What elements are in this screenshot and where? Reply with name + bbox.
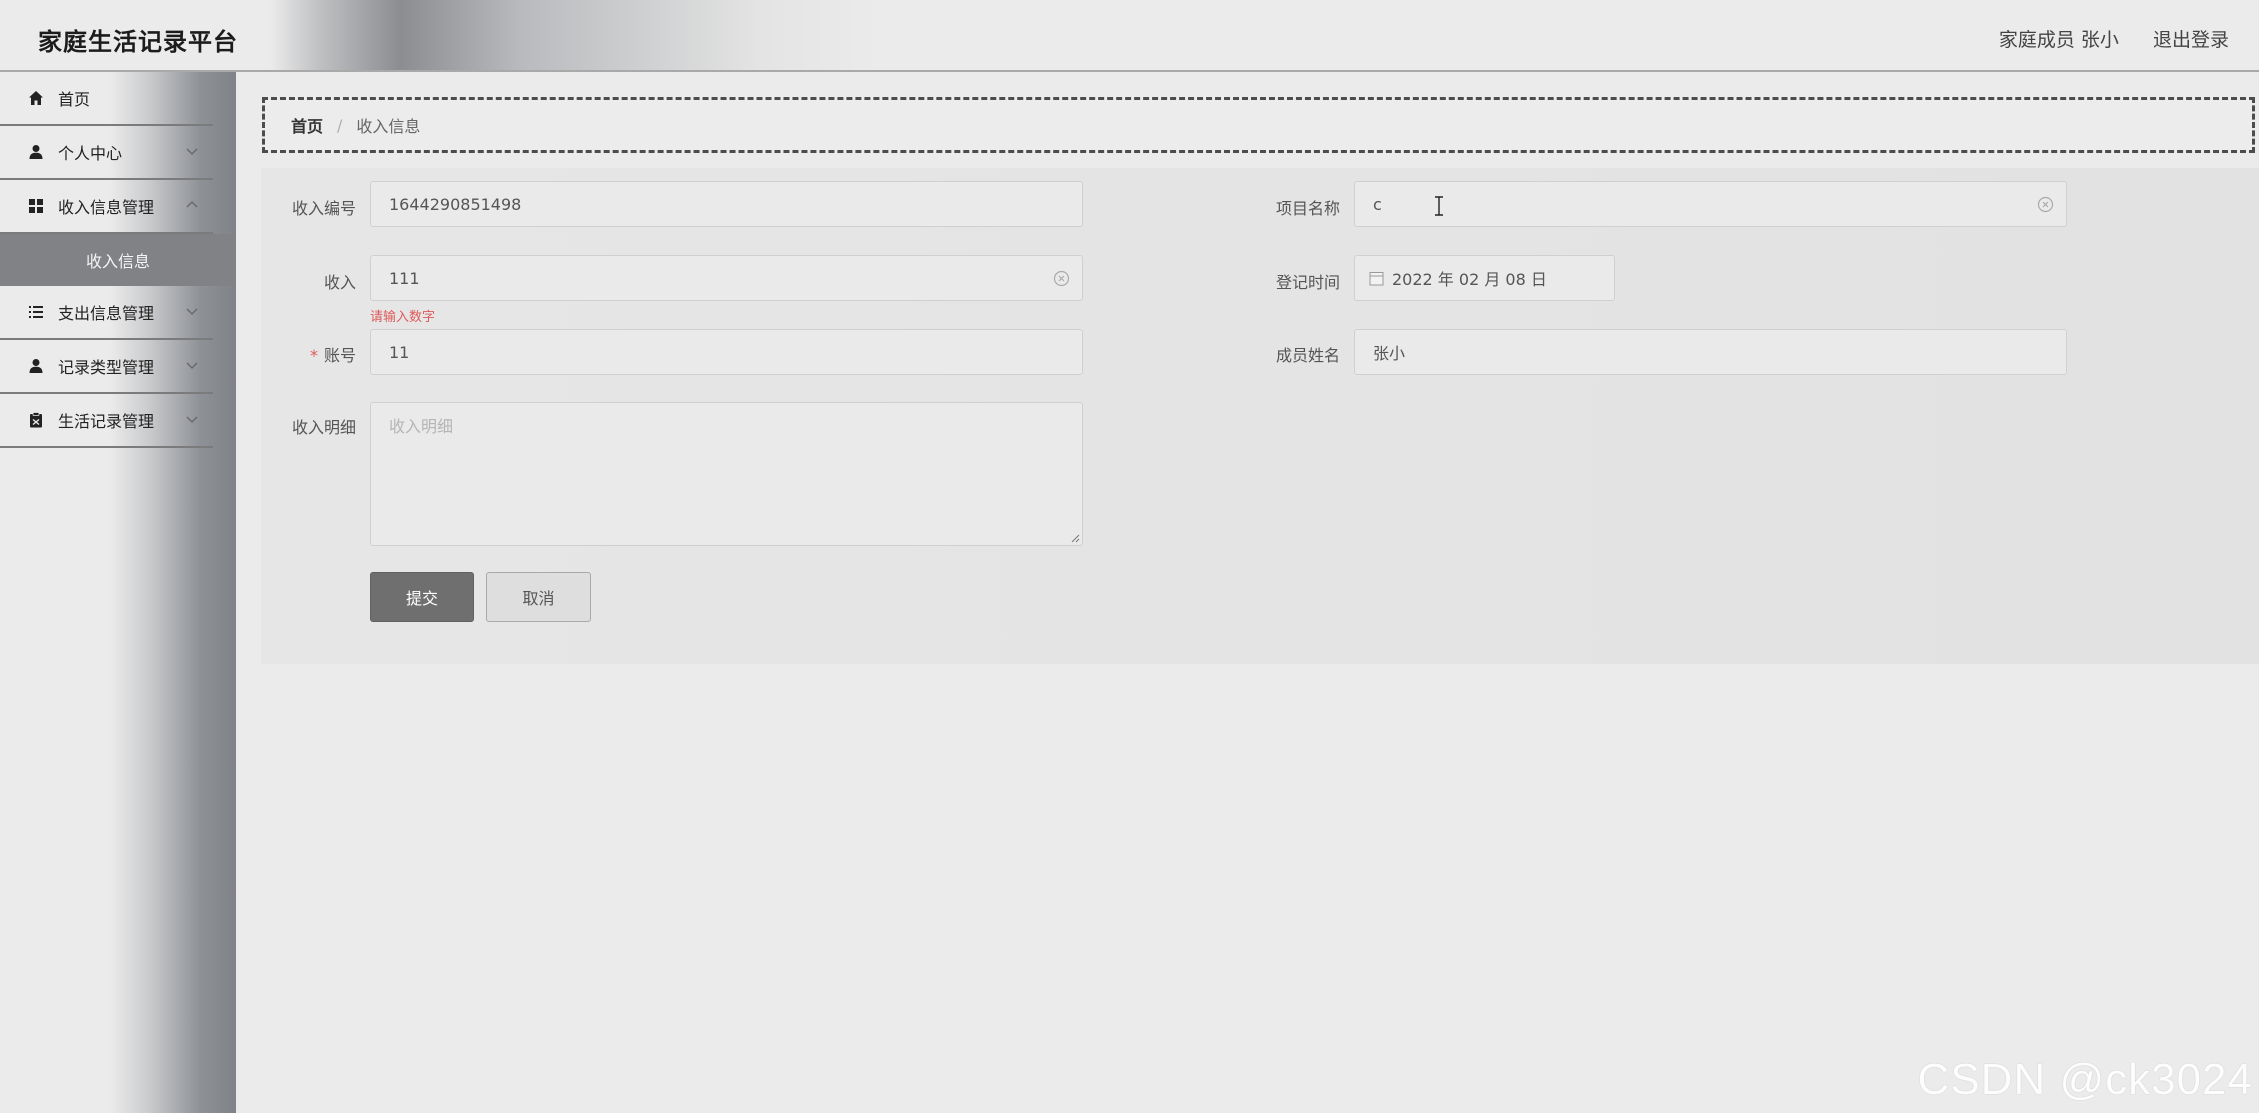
sidebar-item-label: 个人中心 xyxy=(58,144,123,163)
logout-link[interactable]: 退出登录 xyxy=(2153,29,2229,51)
text-cursor-icon xyxy=(1435,196,1443,216)
sidebar-item-label: 生活记录管理 xyxy=(58,412,155,431)
project-name-value: c xyxy=(1373,194,1382,214)
header-user-area: 家庭成员 张小 退出登录 xyxy=(1999,25,2229,52)
home-icon xyxy=(28,90,44,106)
breadcrumb-current: 收入信息 xyxy=(356,117,421,136)
resize-handle-icon[interactable] xyxy=(1070,533,1080,543)
sidebar-item-expense-management[interactable]: 支出信息管理 xyxy=(0,286,213,340)
sidebar-subitem-income-info[interactable]: 收入信息 xyxy=(0,234,236,286)
submit-button[interactable]: 提交 xyxy=(370,572,474,622)
member-name-field[interactable]: 张小 xyxy=(1354,329,2067,375)
chevron-down-icon xyxy=(186,416,198,423)
top-header: 家庭生活记录平台 家庭成员 张小 退出登录 xyxy=(0,0,2259,72)
csdn-watermark: CSDN @ck3024 xyxy=(1917,1055,2253,1104)
income-detail-textarea[interactable]: 收入明细 xyxy=(370,402,1083,546)
user-icon xyxy=(28,358,44,374)
account-label: * 账号 xyxy=(236,342,356,366)
sidebar-item-label: 记录类型管理 xyxy=(58,358,155,377)
sidebar: 首页 个人中心 收入信息管理 收入信息 支出信息管理 记录类型管理 生活记录管理 xyxy=(0,72,236,1113)
user-icon xyxy=(28,144,44,160)
app-title: 家庭生活记录平台 xyxy=(38,28,238,56)
list-icon xyxy=(28,304,44,320)
income-label: 收入 xyxy=(323,273,356,292)
income-no-value: 1644290851498 xyxy=(389,194,522,214)
clear-circle-icon[interactable] xyxy=(1053,270,1070,287)
project-name-label: 项目名称 xyxy=(1275,199,1340,218)
income-value: 111 xyxy=(389,268,420,288)
clear-circle-icon[interactable] xyxy=(2037,196,2054,213)
sidebar-subitem-label: 收入信息 xyxy=(85,252,150,271)
grid-icon xyxy=(28,198,44,214)
sidebar-item-income-management[interactable]: 收入信息管理 xyxy=(0,180,213,234)
required-asterisk: * xyxy=(309,346,318,365)
sidebar-item-life-record-management[interactable]: 生活记录管理 xyxy=(0,394,213,448)
cancel-button[interactable]: 取消 xyxy=(486,572,591,622)
chevron-down-icon xyxy=(186,148,198,155)
breadcrumb-separator: / xyxy=(337,115,343,135)
sidebar-item-home[interactable]: 首页 xyxy=(0,72,213,126)
register-time-label: 登记时间 xyxy=(1275,273,1340,292)
member-name-value: 张小 xyxy=(1373,344,1406,363)
income-no-field[interactable]: 1644290851498 xyxy=(370,181,1083,227)
account-value: 11 xyxy=(389,342,410,362)
sidebar-item-personal-center[interactable]: 个人中心 xyxy=(0,126,213,180)
clipboard-icon xyxy=(28,412,44,428)
chevron-down-icon xyxy=(186,308,198,315)
sidebar-item-label: 首页 xyxy=(58,90,91,109)
sidebar-item-label: 收入信息管理 xyxy=(58,198,155,217)
income-error-message: 请输入数字 xyxy=(370,310,436,325)
chevron-up-icon xyxy=(186,201,198,208)
account-field[interactable]: 11 xyxy=(370,329,1083,375)
income-field[interactable]: 111 xyxy=(370,255,1083,301)
income-detail-label: 收入明细 xyxy=(291,418,356,437)
breadcrumb: 首页 / 收入信息 xyxy=(262,97,2255,153)
calendar-icon xyxy=(1369,271,1384,285)
chevron-down-icon xyxy=(186,362,198,369)
income-detail-placeholder: 收入明细 xyxy=(389,417,454,436)
sidebar-item-label: 支出信息管理 xyxy=(58,304,155,323)
sidebar-menu: 首页 个人中心 收入信息管理 收入信息 支出信息管理 记录类型管理 生活记录管理 xyxy=(0,72,236,448)
member-name-label: 成员姓名 xyxy=(1275,346,1340,365)
sidebar-item-record-type-management[interactable]: 记录类型管理 xyxy=(0,340,213,394)
register-time-date-picker[interactable]: 2022 年 02 月 08 日 xyxy=(1354,255,1615,301)
project-name-field[interactable]: c xyxy=(1354,181,2067,227)
income-no-label: 收入编号 xyxy=(291,199,356,218)
current-member-label: 家庭成员 张小 xyxy=(1998,29,2119,51)
breadcrumb-home-link[interactable]: 首页 xyxy=(291,113,323,137)
account-label-text: 账号 xyxy=(323,346,356,365)
register-time-value: 2022 年 02 月 08 日 xyxy=(1392,270,1547,289)
